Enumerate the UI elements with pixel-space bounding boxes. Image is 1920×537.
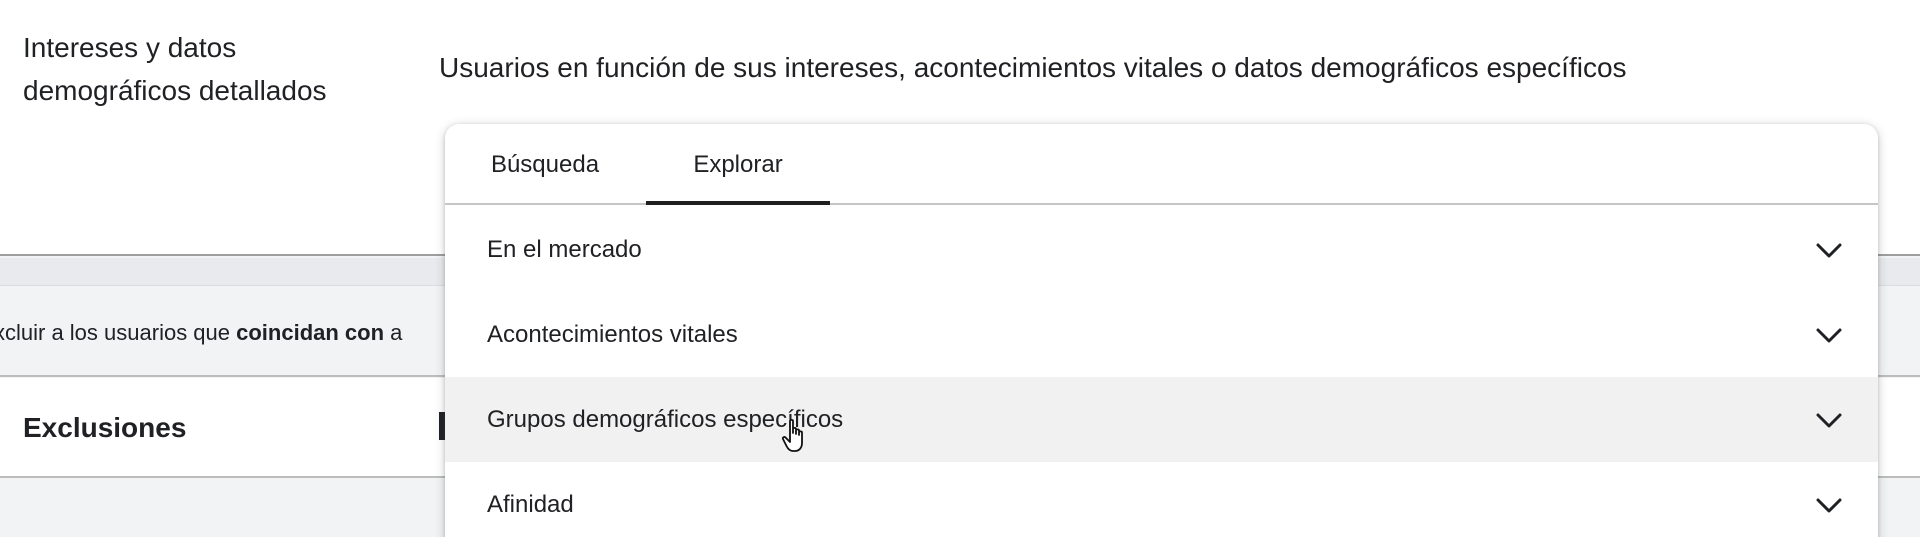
list-item-affinity[interactable]: Afinidad (445, 462, 1878, 537)
chevron-down-icon (1814, 320, 1844, 350)
audience-picker-panel: Búsqueda Explorar En el mercado Aconteci… (445, 124, 1878, 537)
exclusions-label: Exclusiones (23, 412, 187, 443)
exclusion-notice-prefix: xcluir a los usuarios que (0, 320, 237, 345)
exclusion-notice-text: xcluir a los usuarios que coincidan con … (0, 318, 402, 348)
tab-explore[interactable]: Explorar (646, 124, 830, 205)
exclusion-notice-trailing: a (390, 320, 403, 345)
tab-search[interactable]: Búsqueda (445, 124, 645, 205)
list-item-detailed-demographics[interactable]: Grupos demográficos específicos (445, 377, 1878, 462)
section-label: Intereses y datos demográficos detallado… (23, 32, 327, 106)
audience-settings-page: Intereses y datos demográficos detallado… (0, 0, 1920, 537)
chevron-down-icon (1814, 405, 1844, 435)
list-item-label: Afinidad (487, 491, 574, 518)
section-description: Usuarios en función de sus intereses, ac… (439, 52, 1627, 83)
list-item-in-market[interactable]: En el mercado (445, 207, 1878, 292)
list-item-label: Grupos demográficos específicos (487, 406, 844, 433)
list-item-label: Acontecimientos vitales (487, 321, 738, 348)
list-item-label: En el mercado (487, 236, 642, 263)
exclusion-notice-bold: coincidan con (236, 320, 391, 345)
list-item-life-events[interactable]: Acontecimientos vitales (445, 292, 1878, 377)
chevron-down-icon (1814, 490, 1844, 520)
active-tab-indicator (646, 201, 830, 205)
picker-tabs: Búsqueda Explorar (445, 124, 1878, 205)
chevron-down-icon (1814, 235, 1844, 265)
